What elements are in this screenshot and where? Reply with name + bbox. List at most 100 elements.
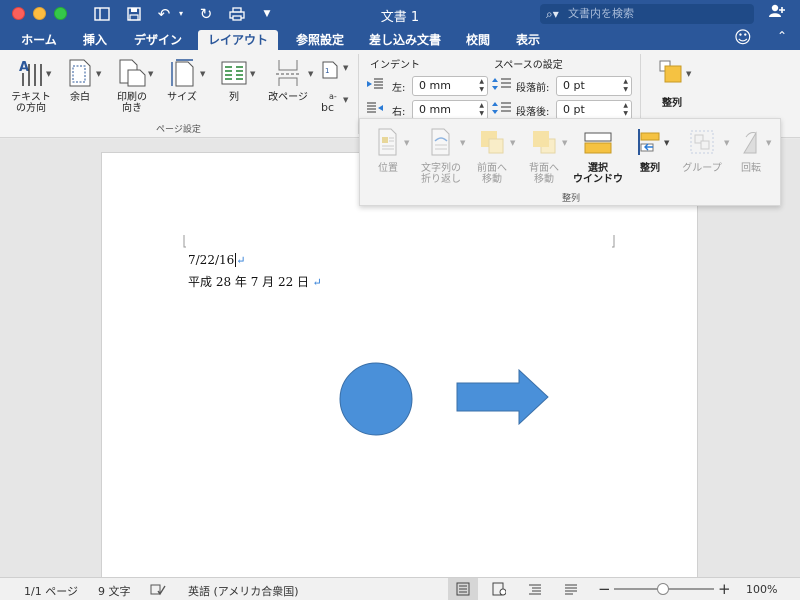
align-label: 整列 bbox=[640, 163, 660, 174]
print-layout-icon bbox=[456, 582, 470, 596]
tab-mailings[interactable]: 差し込み文書 bbox=[362, 30, 448, 50]
arrange-button[interactable]: 整列 bbox=[648, 58, 696, 109]
send-backward-button[interactable]: 背面へ 移動 bbox=[520, 127, 568, 185]
line-numbers-dropdown-icon[interactable]: ▼ bbox=[343, 64, 348, 72]
send-backward-dropdown-icon[interactable]: ▼ bbox=[562, 139, 567, 147]
hyphenation-button[interactable]: a-bc bbox=[318, 90, 344, 117]
crop-mark-top-right bbox=[612, 235, 615, 248]
indent-left-value: 0 mm bbox=[419, 79, 451, 92]
tab-view[interactable]: 表示 bbox=[508, 30, 548, 50]
tab-review[interactable]: 校閲 bbox=[458, 30, 498, 50]
size-icon bbox=[160, 58, 204, 88]
outline-view-button[interactable] bbox=[520, 578, 550, 600]
stepper-arrows-icon[interactable]: ▲ ▼ bbox=[623, 78, 628, 94]
bring-forward-button[interactable]: 前面へ 移動 bbox=[468, 127, 516, 185]
indent-right-label: 右: bbox=[392, 107, 406, 118]
bring-forward-icon bbox=[468, 127, 516, 157]
indent-left-label: 左: bbox=[392, 83, 406, 94]
send-backward-label: 背面へ 移動 bbox=[529, 163, 559, 185]
space-after-value: 0 pt bbox=[563, 103, 585, 116]
text-direction-dropdown-icon[interactable]: ▼ bbox=[46, 70, 51, 78]
indent-left-input[interactable]: 0 mm ▲ ▼ bbox=[412, 76, 488, 96]
space-after-input[interactable]: 0 pt ▲ ▼ bbox=[556, 100, 632, 120]
outline-icon bbox=[529, 584, 541, 595]
zoom-level[interactable]: 100% bbox=[746, 583, 777, 596]
tab-layout[interactable]: レイアウト bbox=[198, 30, 278, 50]
columns-label: 列 bbox=[229, 92, 239, 103]
tab-references[interactable]: 参照設定 bbox=[288, 30, 352, 50]
page-count[interactable]: 1/1 ページ bbox=[24, 583, 78, 599]
proofing-icon[interactable] bbox=[150, 583, 166, 599]
tab-home[interactable]: ホーム bbox=[10, 30, 68, 50]
rotate-label: 回転 bbox=[741, 163, 761, 174]
orientation-dropdown-icon[interactable]: ▼ bbox=[148, 70, 153, 78]
wrap-text-button[interactable]: 文字列の 折り返し bbox=[416, 127, 466, 185]
margins-icon bbox=[60, 58, 100, 88]
crop-mark-top-left bbox=[183, 235, 186, 248]
tab-design[interactable]: デザイン bbox=[126, 30, 190, 50]
document-line-2[interactable]: 平成 28 年 7 月 22 日 ↵ bbox=[188, 273, 322, 290]
document-line-1[interactable]: 7/22/16 ↵ bbox=[188, 253, 245, 267]
group-button[interactable]: グループ bbox=[674, 127, 730, 174]
group-label: グループ bbox=[682, 163, 722, 174]
zoom-out-button[interactable]: − bbox=[598, 580, 611, 598]
indent-title: インデント bbox=[370, 60, 420, 71]
status-bar: 1/1 ページ 9 文字 英語 (アメリカ合衆国) − + 100% bbox=[0, 577, 800, 600]
text-direction-button[interactable]: A テキスト の方向 bbox=[6, 58, 56, 114]
margins-dropdown-icon[interactable]: ▼ bbox=[96, 70, 101, 78]
selection-pane-button[interactable]: 選択 ウインドウ bbox=[570, 127, 626, 185]
tab-insert[interactable]: 挿入 bbox=[74, 30, 116, 50]
word-count[interactable]: 9 文字 bbox=[98, 583, 131, 599]
stepper-arrows-icon[interactable]: ▲ ▼ bbox=[623, 102, 628, 118]
position-button[interactable]: 位置 bbox=[364, 127, 412, 174]
columns-dropdown-icon[interactable]: ▼ bbox=[250, 70, 255, 78]
hyphenation-dropdown-icon[interactable]: ▼ bbox=[343, 96, 348, 104]
space-before-label: 段落前: bbox=[516, 83, 550, 94]
arrange-label: 整列 bbox=[662, 98, 682, 109]
columns-button[interactable]: 列 bbox=[214, 58, 254, 103]
margins-button[interactable]: 余白 bbox=[60, 58, 100, 103]
bring-forward-dropdown-icon[interactable]: ▼ bbox=[510, 139, 515, 147]
align-button[interactable]: 整列 bbox=[630, 127, 670, 174]
position-label: 位置 bbox=[378, 163, 398, 174]
web-layout-view-button[interactable] bbox=[484, 578, 514, 600]
ribbon-tab-bar: ホーム 挿入 デザイン レイアウト 参照設定 差し込み文書 校閲 表示 ☺ ⌃ bbox=[0, 28, 800, 50]
draft-view-button[interactable] bbox=[556, 578, 586, 600]
right-arrow-shape[interactable] bbox=[456, 369, 550, 425]
search-placeholder: 文書内を検索 bbox=[568, 7, 634, 20]
document-line-1-text: 7/22/16 bbox=[188, 253, 235, 267]
search-input[interactable]: ⌕▾ 文書内を検索 bbox=[540, 4, 754, 24]
space-before-input[interactable]: 0 pt ▲ ▼ bbox=[556, 76, 632, 96]
circle-shape[interactable] bbox=[338, 361, 414, 437]
svg-text:bc: bc bbox=[321, 101, 334, 114]
svg-text:A: A bbox=[19, 60, 29, 75]
feedback-smiley-icon[interactable]: ☺ bbox=[734, 28, 752, 48]
position-dropdown-icon[interactable]: ▼ bbox=[404, 139, 409, 147]
space-before-icon bbox=[492, 77, 512, 94]
size-button[interactable]: サイズ bbox=[160, 58, 204, 103]
wrap-text-dropdown-icon[interactable]: ▼ bbox=[460, 139, 465, 147]
orientation-button[interactable]: 印刷の 向き bbox=[110, 58, 154, 114]
zoom-slider-thumb[interactable] bbox=[657, 583, 669, 595]
rotate-button[interactable]: 回転 bbox=[728, 127, 774, 174]
indent-right-input[interactable]: 0 mm ▲ ▼ bbox=[412, 100, 488, 120]
rotate-dropdown-icon[interactable]: ▼ bbox=[766, 139, 771, 147]
stepper-arrows-icon[interactable]: ▲ ▼ bbox=[479, 78, 484, 94]
paragraph-mark-icon: ↵ bbox=[309, 276, 322, 289]
breaks-icon bbox=[262, 58, 314, 88]
line-numbers-button[interactable]: 1 bbox=[318, 60, 342, 83]
zoom-in-button[interactable]: + bbox=[718, 580, 731, 598]
arrange-dropdown-icon[interactable]: ▼ bbox=[686, 70, 691, 78]
language-indicator[interactable]: 英語 (アメリカ合衆国) bbox=[188, 583, 299, 599]
breaks-dropdown-icon[interactable]: ▼ bbox=[308, 70, 313, 78]
collapse-ribbon-icon[interactable]: ⌃ bbox=[777, 29, 787, 43]
breaks-button[interactable]: 改ページ bbox=[262, 58, 314, 103]
share-user-icon[interactable] bbox=[768, 4, 786, 22]
print-layout-view-button[interactable] bbox=[448, 578, 478, 600]
stepper-arrows-icon[interactable]: ▲ ▼ bbox=[479, 102, 484, 118]
size-dropdown-icon[interactable]: ▼ bbox=[200, 70, 205, 78]
svg-text:a-: a- bbox=[329, 92, 337, 101]
align-dropdown-icon[interactable]: ▼ bbox=[664, 139, 669, 147]
indent-right-value: 0 mm bbox=[419, 103, 451, 116]
document-page[interactable]: 7/22/16 ↵ 平成 28 年 7 月 22 日 ↵ bbox=[101, 152, 698, 578]
